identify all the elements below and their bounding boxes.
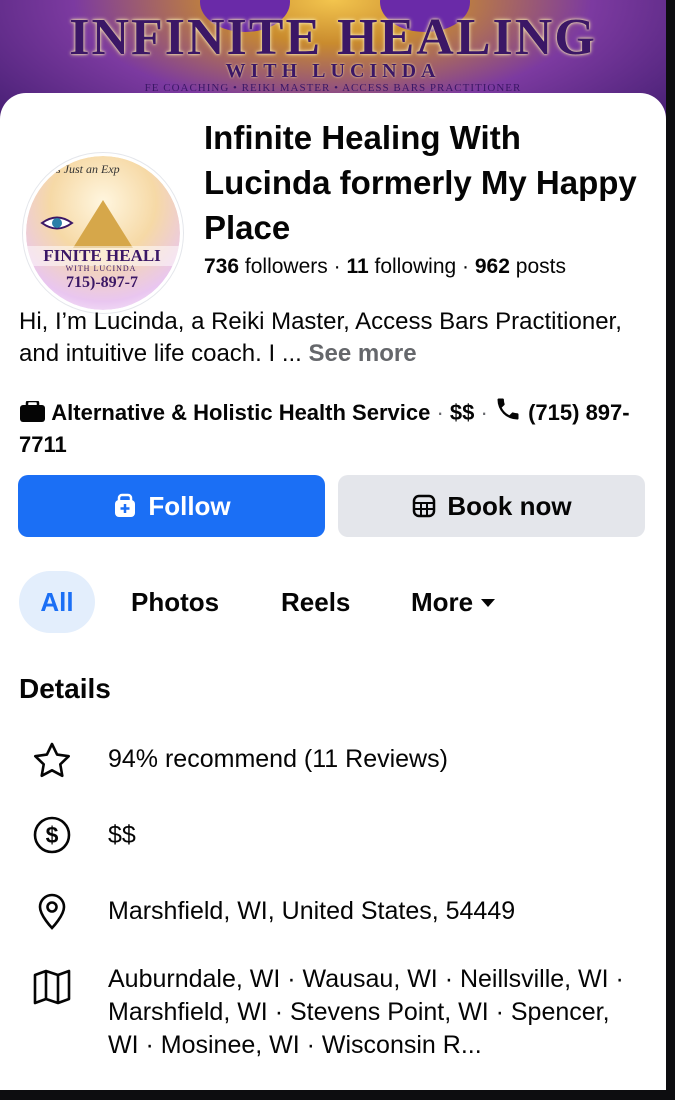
following-count[interactable]: 11	[346, 255, 368, 278]
avatar-triangle-graphic	[73, 200, 133, 248]
follow-label: Follow	[148, 490, 231, 521]
category-name: Alternative & Holistic Health Service	[51, 400, 431, 425]
category-line: Alternative & Holistic Health Service · …	[19, 395, 649, 459]
page-title: Infinite Healing With Lucinda formerly M…	[204, 119, 637, 246]
tab-more-label: More	[411, 587, 474, 617]
follow-button[interactable]: Follow	[18, 475, 325, 537]
phone-icon	[494, 395, 522, 430]
posts-label: posts	[515, 255, 566, 278]
profile-avatar[interactable]: Is Just an Exp FINITE HEALI WITH LUCINDA…	[23, 153, 183, 313]
map-icon	[33, 969, 71, 1005]
price-range: $$	[449, 400, 475, 425]
cover-subtitle: WITH LUCINDA	[225, 60, 441, 82]
stats-separator: ·	[327, 255, 347, 278]
avatar-with-text: WITH LUCINDA	[65, 264, 137, 273]
tab-all[interactable]: All	[19, 571, 95, 633]
price-text: $$	[108, 821, 136, 849]
window-edge	[666, 0, 675, 1100]
cover-title: INFINITE HEALING	[69, 9, 597, 66]
separator-dot: ·	[480, 400, 488, 425]
avatar-title-text: FINITE HEALI	[26, 246, 180, 266]
address-text: Marshfield, WI, United States, 54449	[108, 897, 516, 925]
separator-dot: ·	[436, 400, 444, 425]
bottom-edge	[0, 1090, 675, 1100]
followers-count[interactable]: 736	[204, 255, 239, 278]
briefcase-icon	[19, 399, 46, 430]
dollar-icon: $	[33, 816, 71, 854]
star-icon	[34, 742, 70, 778]
book-now-button[interactable]: Book now	[338, 475, 645, 537]
details-heading: Details	[19, 673, 111, 704]
svg-text:$: $	[46, 822, 59, 848]
calendar-icon	[413, 494, 436, 518]
follow-icon	[115, 493, 136, 517]
caret-down-icon	[481, 599, 496, 607]
recommend-text: 94% recommend (11 Reviews)	[108, 745, 448, 773]
tab-more[interactable]: More	[411, 571, 496, 633]
profile-card: Is Just an Exp FINITE HEALI WITH LUCINDA…	[0, 93, 666, 1090]
service-area-text: Auburndale, WI · Wausau, WI · Neillsvill…	[108, 965, 624, 1059]
book-now-label: Book now	[447, 490, 572, 521]
tab-reels[interactable]: Reels	[281, 571, 350, 633]
following-label[interactable]: following	[374, 255, 456, 278]
avatar-script-text: Is Just an Exp	[52, 162, 120, 176]
followers-label[interactable]: followers	[245, 255, 328, 278]
stats-separator: ·	[456, 255, 475, 278]
see-more-link[interactable]: See more	[309, 340, 417, 367]
bio: Hi, I’m Lucinda, a Reiki Master, Access …	[19, 306, 649, 370]
tab-photos[interactable]: Photos	[131, 571, 219, 633]
location-pin-icon	[38, 893, 66, 930]
profile-stats: 736 followers · 11 following · 962 posts	[204, 255, 566, 279]
avatar-phone-text: 715)-897-7	[66, 274, 138, 291]
posts-count: 962	[474, 255, 510, 278]
eye-icon	[40, 216, 74, 230]
